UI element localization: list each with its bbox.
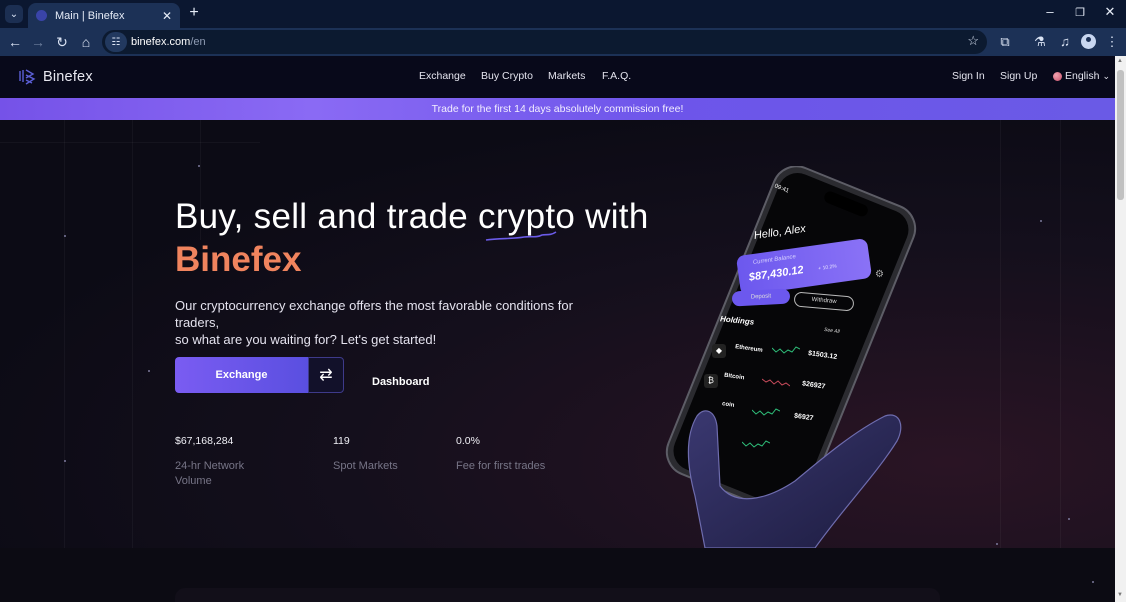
home-button[interactable]: ⌂ <box>77 33 95 51</box>
scroll-up-arrow-icon[interactable]: ▲ <box>1117 58 1123 64</box>
web-page: Binefex Exchange Buy Crypto Markets F.A.… <box>0 56 1115 602</box>
promo-banner: Trade for the first 14 days absolutely c… <box>0 98 1115 120</box>
tab-close-button[interactable]: ✕ <box>162 9 172 23</box>
back-button[interactable]: ← <box>6 33 24 51</box>
tab-search-button[interactable]: ⌄ <box>5 5 23 23</box>
site-info-button[interactable]: ☷ <box>105 32 127 52</box>
next-section-card <box>175 588 940 602</box>
browser-toolbar: ← → ↻ ⌂ ☷ binefex.com/en ☆ ⧉ ⚗ ♫ ⋮ <box>0 28 1126 56</box>
star-dot <box>64 235 66 237</box>
favicon-icon <box>36 10 47 21</box>
hand-graphic <box>687 410 902 548</box>
tab-title: Main | Binefex <box>55 9 125 22</box>
close-window-button[interactable]: ✕ <box>1100 4 1120 20</box>
tune-icon: ☷ <box>111 36 121 48</box>
star-dot <box>1068 518 1070 520</box>
nav-faq[interactable]: F.A.Q. <box>602 70 631 82</box>
exchange-button[interactable]: Exchange <box>175 357 308 393</box>
stat-fee-label: Fee for first trades <box>456 460 546 472</box>
description-line: so what are you waiting for? Let's get s… <box>175 332 437 347</box>
phone-deposit-button: Deposit <box>731 288 791 307</box>
underline-squiggle-icon <box>485 231 557 241</box>
minimize-button[interactable]: – <box>1040 4 1060 19</box>
us-flag-icon <box>1053 71 1062 81</box>
nav-markets[interactable]: Markets <box>548 70 585 82</box>
nav-exchange[interactable]: Exchange <box>419 70 466 82</box>
chrome-menu-icon[interactable]: ⋮ <box>1104 34 1120 50</box>
language-label: English <box>1065 70 1100 82</box>
hero-description: Our cryptocurrency exchange offers the m… <box>175 297 615 348</box>
swap-button[interactable]: ⇄ <box>308 357 344 393</box>
balance-value: $87,430.12 <box>748 264 805 284</box>
swap-arrows-icon: ⇄ <box>319 367 333 384</box>
grid-line <box>0 142 260 143</box>
star-dot <box>148 370 150 372</box>
sign-up-link[interactable]: Sign Up <box>1000 70 1037 82</box>
balance-label: Current Balance <box>752 254 797 267</box>
language-selector[interactable]: English ⌄ <box>1053 70 1110 82</box>
description-line: Our cryptocurrency exchange offers the m… <box>175 298 573 330</box>
stat-volume-label: 24-hr Network Volume <box>175 460 245 487</box>
brand-logo[interactable]: Binefex <box>17 67 93 87</box>
stat-markets-label: Spot Markets <box>333 460 398 472</box>
forward-button[interactable]: → <box>29 33 47 51</box>
scroll-thumb[interactable] <box>1117 70 1124 200</box>
star-dot <box>1092 581 1094 583</box>
browser-tab-active[interactable]: Main | Binefex ✕ <box>28 3 180 28</box>
extensions-puzzle-icon[interactable]: ⧉ <box>997 34 1013 50</box>
address-bar[interactable]: ☷ binefex.com/en ☆ <box>102 30 987 54</box>
bookmark-star-icon[interactable]: ☆ <box>967 33 979 49</box>
new-tab-button[interactable]: + <box>186 4 202 22</box>
holding-sparkline <box>772 346 800 354</box>
grid-line <box>132 120 133 548</box>
url-text[interactable]: binefex.com/en <box>131 36 206 48</box>
stat-fee-value: 0.0% <box>456 435 480 447</box>
hero-headline: Buy, sell and trade crypto with <box>175 197 649 236</box>
url-host: binefex.com <box>131 36 191 48</box>
grid-line <box>1000 120 1001 548</box>
brand-name: Binefex <box>43 69 93 85</box>
reload-button[interactable]: ↻ <box>53 33 71 51</box>
grid-line <box>64 120 65 548</box>
scroll-down-arrow-icon[interactable]: ▼ <box>1117 592 1123 598</box>
profile-avatar-icon[interactable] <box>1081 34 1096 49</box>
browser-tabstrip: ⌄ Main | Binefex ✕ + – ❐ ✕ <box>0 0 1126 28</box>
balance-change: + 10.2% <box>818 263 838 272</box>
site-header: Binefex Exchange Buy Crypto Markets F.A.… <box>0 56 1115 98</box>
hero-brand-highlight: Binefex <box>175 240 302 279</box>
nav-buy-crypto[interactable]: Buy Crypto <box>481 70 533 82</box>
phone-settings-gear-icon: ⚙ <box>875 269 884 280</box>
star-dot <box>198 165 200 167</box>
chevron-down-icon: ⌄ <box>1102 70 1110 81</box>
sign-in-link[interactable]: Sign In <box>952 70 985 82</box>
labs-flask-icon[interactable]: ⚗ <box>1032 34 1048 50</box>
chevron-down-icon: ⌄ <box>9 8 19 20</box>
star-dot <box>1040 220 1042 222</box>
page-scrollbar[interactable]: ▲ ▼ <box>1115 56 1126 602</box>
stat-volume-value: $67,168,284 <box>175 435 234 447</box>
star-dot <box>996 543 998 545</box>
restore-button[interactable]: ❐ <box>1070 6 1090 19</box>
url-path: /en <box>190 36 206 48</box>
grid-line <box>1060 120 1061 548</box>
dashboard-button[interactable]: Dashboard <box>372 376 429 388</box>
media-playlist-icon[interactable]: ♫ <box>1057 34 1073 49</box>
binefex-logo-icon <box>19 69 36 85</box>
star-dot <box>64 460 66 462</box>
ethereum-icon: ◆ <box>712 344 726 358</box>
stat-markets-value: 119 <box>333 435 350 447</box>
